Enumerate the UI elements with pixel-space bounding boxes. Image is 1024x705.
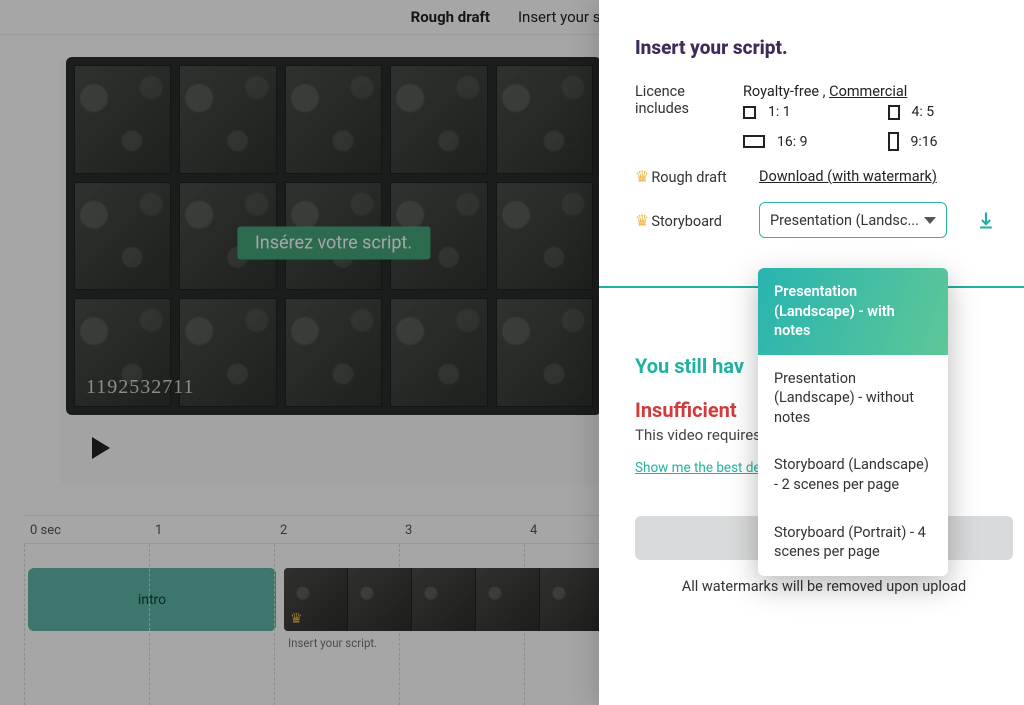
- ratio-icon: [888, 105, 900, 120]
- crown-icon: ♛: [635, 211, 649, 230]
- select-value: Presentation (Landsc...: [770, 212, 924, 229]
- licence-value: Royalty-free , Commercial 1: 1 4: 5 16: …: [743, 83, 1004, 151]
- download-storyboard-icon[interactable]: [973, 207, 999, 233]
- download-watermark-link[interactable]: Download (with watermark): [759, 168, 937, 185]
- dropdown-option[interactable]: Presentation (Landscape) - without notes: [758, 355, 948, 442]
- dropdown-option[interactable]: Storyboard (Portrait) - 4 scenes per pag…: [758, 509, 948, 576]
- dropdown-option[interactable]: Storyboard (Landscape) - 2 scenes per pa…: [758, 441, 948, 508]
- licence-label: Licence includes: [635, 83, 725, 117]
- crown-icon: ♛: [635, 167, 649, 186]
- watermark-note: All watermarks will be removed upon uplo…: [635, 578, 1013, 595]
- storyboard-label: Storyboard: [651, 213, 722, 230]
- licence-commercial-link[interactable]: Commercial: [829, 83, 907, 100]
- export-panel: Insert your script. Licence includes Roy…: [599, 0, 1024, 705]
- best-deal-link[interactable]: Show me the best deal: [635, 460, 771, 476]
- ratio-icon: [743, 106, 756, 119]
- ratio-16-9[interactable]: 16: 9: [743, 132, 860, 151]
- chevron-down-icon: [924, 217, 936, 224]
- rough-draft-label: Rough draft: [651, 169, 726, 186]
- ratio-4-5[interactable]: 4: 5: [888, 104, 1005, 120]
- ratio-1-1[interactable]: 1: 1: [743, 104, 860, 120]
- storyboard-dropdown: Presentation (Landscape) - with notes Pr…: [758, 268, 948, 576]
- ratio-9-16[interactable]: 9:16: [888, 132, 1005, 151]
- ratio-icon: [888, 132, 899, 151]
- panel-title: Insert your script.: [635, 36, 1004, 59]
- dropdown-option[interactable]: Presentation (Landscape) - with notes: [758, 268, 948, 355]
- ratio-icon: [743, 135, 765, 148]
- storyboard-format-select[interactable]: Presentation (Landsc...: [759, 202, 947, 238]
